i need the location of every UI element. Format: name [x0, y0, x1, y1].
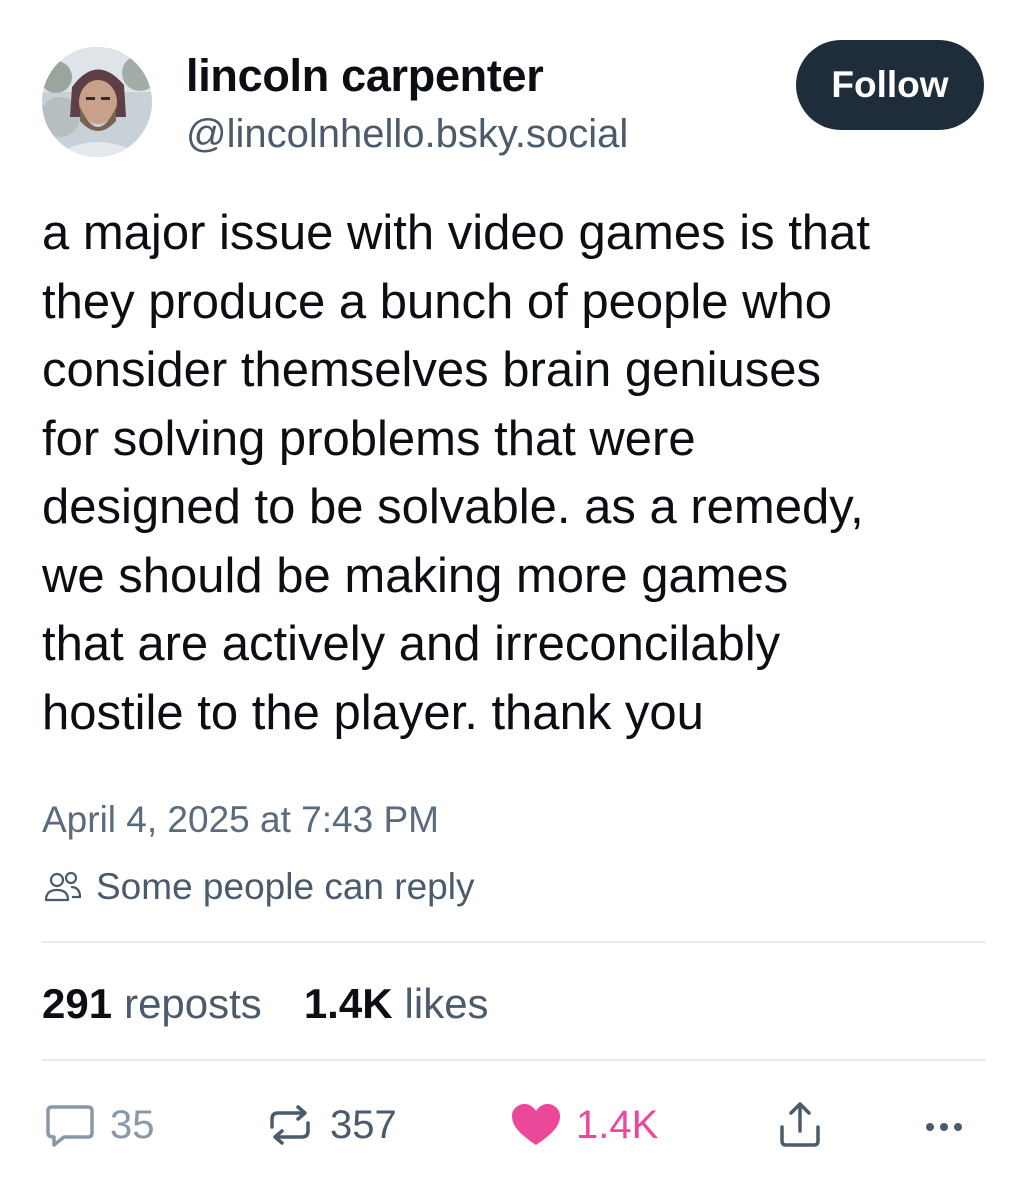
heart-icon [512, 1104, 560, 1145]
post-card: lincoln carpenter @lincolnhello.bsky.soc… [0, 0, 1027, 1200]
follow-button[interactable]: Follow [796, 40, 984, 130]
share-button[interactable] [772, 1093, 828, 1157]
like-count: 1.4K [576, 1102, 659, 1147]
more-options-button[interactable] [916, 1093, 972, 1157]
reposts-count: 291 [42, 980, 113, 1027]
likes-stat[interactable]: 1.4K likes [304, 980, 489, 1028]
likes-count: 1.4K [303, 980, 393, 1027]
post-text-line: we should be making more games [42, 548, 789, 603]
post-text: a major issue with video games is that t… [42, 199, 1002, 747]
author-handle[interactable]: @lincolnhello.bsky.social [186, 110, 628, 158]
reply-count: 35 [110, 1102, 155, 1147]
reply-restriction[interactable]: Some people can reply [42, 862, 474, 912]
avatar-photo [42, 47, 152, 157]
post-text-line: they produce a bunch of people who [42, 274, 833, 329]
author-display-name[interactable]: lincoln carpenter [186, 50, 544, 102]
engagement-stats: 291 reposts 1.4K likes [42, 975, 531, 1033]
reply-button[interactable]: 35 [42, 1093, 155, 1157]
speech-bubble-icon [46, 1105, 94, 1147]
avatar[interactable] [42, 47, 152, 157]
post-text-line: hostile to the player. thank you [42, 685, 704, 740]
post-text-line: that are actively and irreconcilably [42, 617, 781, 671]
post-actions: 35 357 1.4K [42, 1093, 986, 1157]
repost-count: 357 [330, 1102, 397, 1147]
post-text-line: a major issue with video games is that [42, 206, 870, 260]
ellipsis-icon [926, 1123, 962, 1131]
repost-arrows-icon [270, 1105, 310, 1145]
divider [42, 941, 986, 943]
likes-label: likes [404, 980, 489, 1027]
people-icon [44, 871, 82, 902]
divider [42, 1059, 986, 1061]
post-text-line: consider themselves brain geniuses [42, 343, 821, 397]
reply-restriction-label: Some people can reply [96, 866, 475, 907]
repost-button[interactable]: 357 [262, 1093, 397, 1157]
post-text-line: designed to be solvable. as a remedy, [42, 480, 864, 534]
post-text-line: for solving problems that were [42, 411, 696, 466]
like-button[interactable]: 1.4K [508, 1093, 658, 1157]
post-timestamp[interactable]: April 4, 2025 at 7:43 PM [42, 797, 439, 843]
reposts-stat[interactable]: 291 reposts [42, 980, 262, 1028]
share-icon [780, 1102, 820, 1147]
reposts-label: reposts [124, 980, 262, 1027]
